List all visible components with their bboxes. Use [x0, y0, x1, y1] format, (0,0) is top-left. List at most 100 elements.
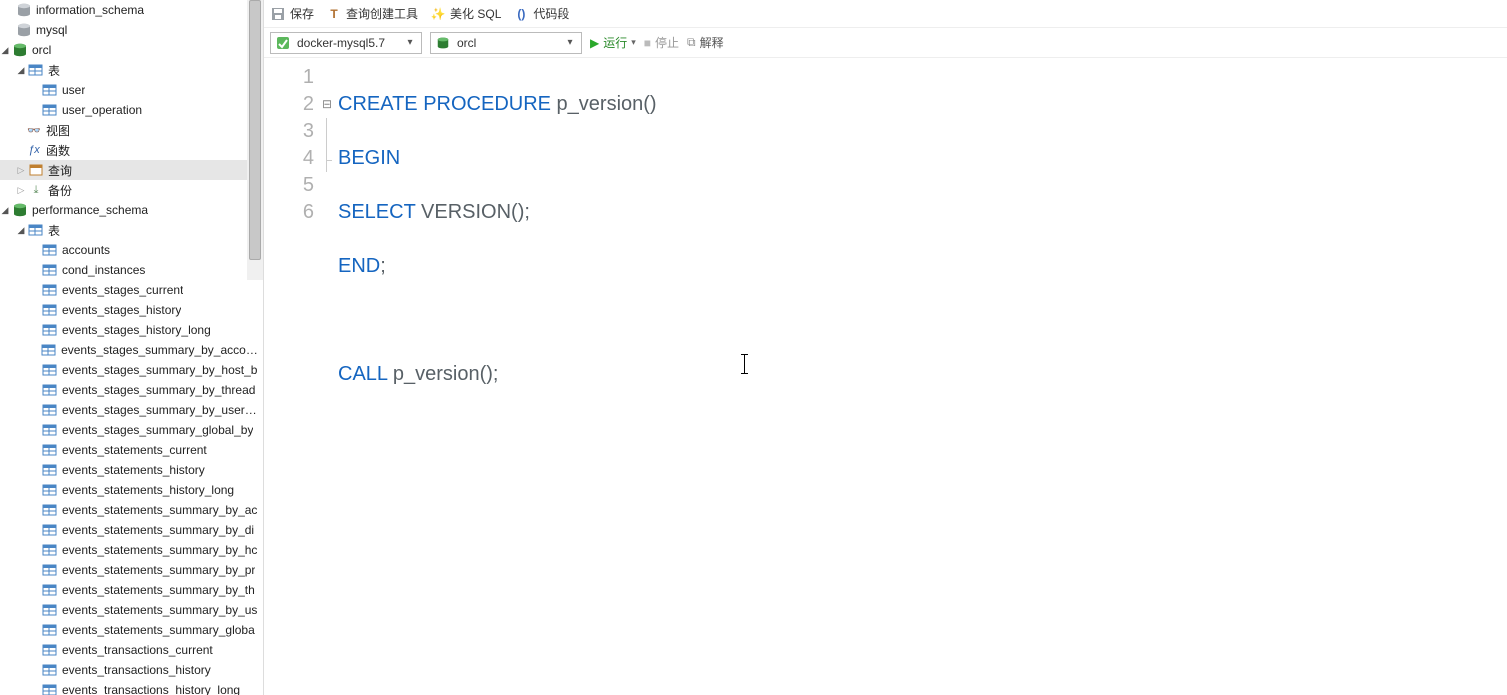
chevron-down-icon[interactable]: ◢ [16, 65, 26, 75]
tree-db-mysql[interactable]: mysql [0, 20, 260, 40]
tree-table-events_statements_history_long[interactable]: events_statements_history_long [0, 480, 260, 500]
sidebar-scrollbar[interactable] [247, 0, 263, 280]
tree-table-events_stages_summary_by_user_b[interactable]: events_stages_summary_by_user_b [0, 400, 260, 420]
tree-table-events_statements_history[interactable]: events_statements_history [0, 460, 260, 480]
tree-table-events_stages_summary_by_account[interactable]: events_stages_summary_by_account [0, 340, 260, 360]
editor-toolbar-secondary: docker-mysql5.7 ▾ orcl ▾ ▶ 运行 ▾ ■ 停止 ⧉ 解… [264, 28, 1507, 58]
tree-label: events_transactions_history [62, 663, 211, 677]
table-icon [42, 323, 58, 337]
keyword: END [338, 255, 380, 277]
tree-table-events_statements_summary_by_ac[interactable]: events_statements_summary_by_ac [0, 500, 260, 520]
table-icon [42, 663, 58, 677]
line-number: 5 [264, 172, 314, 199]
tree-label: events_stages_summary_by_host_b [62, 363, 257, 377]
query-builder-button[interactable]: T 查询创建工具 [326, 5, 418, 22]
beautify-sql-button[interactable]: ✨ 美化 SQL [430, 5, 501, 22]
tree-functions[interactable]: ƒx 函数 [0, 140, 260, 160]
code-text: p_version() [551, 93, 657, 115]
save-button[interactable]: 保存 [270, 5, 314, 22]
chevron-right-icon[interactable]: ▷ [16, 165, 26, 175]
chevron-right-icon [4, 5, 14, 15]
keyword: CALL [338, 363, 387, 385]
tree-table-events_statements_summary_by_hc[interactable]: events_statements_summary_by_hc [0, 540, 260, 560]
tree-label: 表 [48, 62, 60, 79]
tree-label: events_statements_summary_by_hc [62, 543, 257, 557]
fold-toggle[interactable]: ⊟ [320, 91, 334, 118]
table-icon [42, 463, 58, 477]
tree-table-events_stages_history_long[interactable]: events_stages_history_long [0, 320, 260, 340]
table-icon [42, 503, 58, 517]
chevron-down-icon: ▾ [631, 37, 636, 48]
tree-table-events_stages_history[interactable]: events_stages_history [0, 300, 260, 320]
tree-label: events_transactions_history_long [62, 683, 240, 695]
tree-tables-folder-ps[interactable]: ◢ 表 [0, 220, 260, 240]
tree-backup[interactable]: ▷ ⤓ 备份 [0, 180, 260, 200]
chevron-down-icon[interactable]: ◢ [0, 205, 10, 215]
table-icon [42, 423, 58, 437]
chevron-down-icon[interactable]: ◢ [16, 225, 26, 235]
code-area[interactable]: CREATE PROCEDURE p_version() BEGIN SELEC… [334, 58, 1507, 695]
tree-table-events_stages_summary_global_by[interactable]: events_stages_summary_global_by [0, 420, 260, 440]
tree-table-events_statements_summary_by_th[interactable]: events_statements_summary_by_th [0, 580, 260, 600]
tree-label: events_stages_current [62, 283, 183, 297]
tree-label: information_schema [36, 3, 144, 17]
tree-table-events_transactions_current[interactable]: events_transactions_current [0, 640, 260, 660]
tree-table-accounts[interactable]: accounts [0, 240, 260, 260]
tree-tables-folder-orcl[interactable]: ◢ 表 [0, 60, 260, 80]
table-icon [41, 343, 57, 357]
code-text: p_version(); [387, 363, 498, 385]
button-label: 代码段 [533, 5, 569, 22]
code-text: VERSION(); [415, 201, 529, 223]
table-icon [42, 383, 58, 397]
database-dropdown[interactable]: orcl ▾ [430, 32, 582, 54]
tree-table-events_transactions_history_long[interactable]: events_transactions_history_long [0, 680, 260, 695]
beautify-icon: ✨ [430, 6, 446, 22]
main-panel: 保存 T 查询创建工具 ✨ 美化 SQL () 代码段 docker-mysql… [264, 0, 1507, 695]
tree-label: events_statements_summary_by_di [62, 523, 254, 537]
chevron-down-icon: ▾ [563, 37, 577, 48]
tree-table-events_stages_summary_by_host_b[interactable]: events_stages_summary_by_host_b [0, 360, 260, 380]
tree-table-events_statements_summary_by_us[interactable]: events_statements_summary_by_us [0, 600, 260, 620]
database-tree[interactable]: information_schema mysql ◢ orcl ◢ 表 [0, 0, 260, 695]
tree-table-events_statements_summary_by_di[interactable]: events_statements_summary_by_di [0, 520, 260, 540]
table-icon [42, 283, 58, 297]
run-button[interactable]: ▶ 运行 ▾ [590, 34, 636, 51]
tree-label: 视图 [46, 122, 70, 139]
table-icon [42, 543, 58, 557]
tree-table-user[interactable]: user [0, 80, 260, 100]
tree-table-events_statements_summary_by_pr[interactable]: events_statements_summary_by_pr [0, 560, 260, 580]
tree-views[interactable]: 👓 视图 [0, 120, 260, 140]
text-cursor [744, 354, 745, 374]
tree-label: events_statements_summary_by_pr [62, 563, 255, 577]
tree-table-events_statements_summary_globa[interactable]: events_statements_summary_globa [0, 620, 260, 640]
tree-table-user-operation[interactable]: user_operation [0, 100, 260, 120]
backup-icon: ⤓ [28, 183, 44, 197]
tree-label: user_operation [62, 103, 142, 117]
sql-editor[interactable]: 1 2 3 4 5 6 ⊟ CREATE PROCEDURE p_version… [264, 58, 1507, 695]
chevron-right-icon[interactable]: ▷ [16, 185, 26, 195]
tree-db-orcl[interactable]: ◢ orcl [0, 40, 260, 60]
chevron-right-icon [4, 25, 14, 35]
line-number-gutter: 1 2 3 4 5 6 [264, 58, 320, 695]
table-icon [42, 243, 58, 257]
tree-db-performance-schema[interactable]: ◢ performance_schema [0, 200, 260, 220]
tree-table-events_statements_current[interactable]: events_statements_current [0, 440, 260, 460]
tree-table-events_stages_current[interactable]: events_stages_current [0, 280, 260, 300]
tree-table-events_stages_summary_by_thread[interactable]: events_stages_summary_by_thread [0, 380, 260, 400]
tree-label: orcl [32, 43, 51, 57]
chevron-down-icon[interactable]: ◢ [0, 45, 10, 55]
tree-db-information-schema[interactable]: information_schema [0, 0, 260, 20]
keyword: SELECT [338, 201, 415, 223]
tree-table-events_transactions_history[interactable]: events_transactions_history [0, 660, 260, 680]
explain-button[interactable]: ⧉ 解释 [687, 34, 724, 51]
table-icon [42, 263, 58, 277]
database-tree-sidebar: information_schema mysql ◢ orcl ◢ 表 [0, 0, 264, 695]
scrollbar-thumb[interactable] [249, 0, 261, 260]
tree-queries[interactable]: ▷ 查询 [0, 160, 260, 180]
tree-table-cond_instances[interactable]: cond_instances [0, 260, 260, 280]
tree-label: events_statements_history [62, 463, 205, 477]
code-snippet-button[interactable]: () 代码段 [513, 5, 569, 22]
tree-label: events_statements_current [62, 443, 207, 457]
dropdown-value: docker-mysql5.7 [297, 36, 397, 50]
connection-dropdown[interactable]: docker-mysql5.7 ▾ [270, 32, 422, 54]
